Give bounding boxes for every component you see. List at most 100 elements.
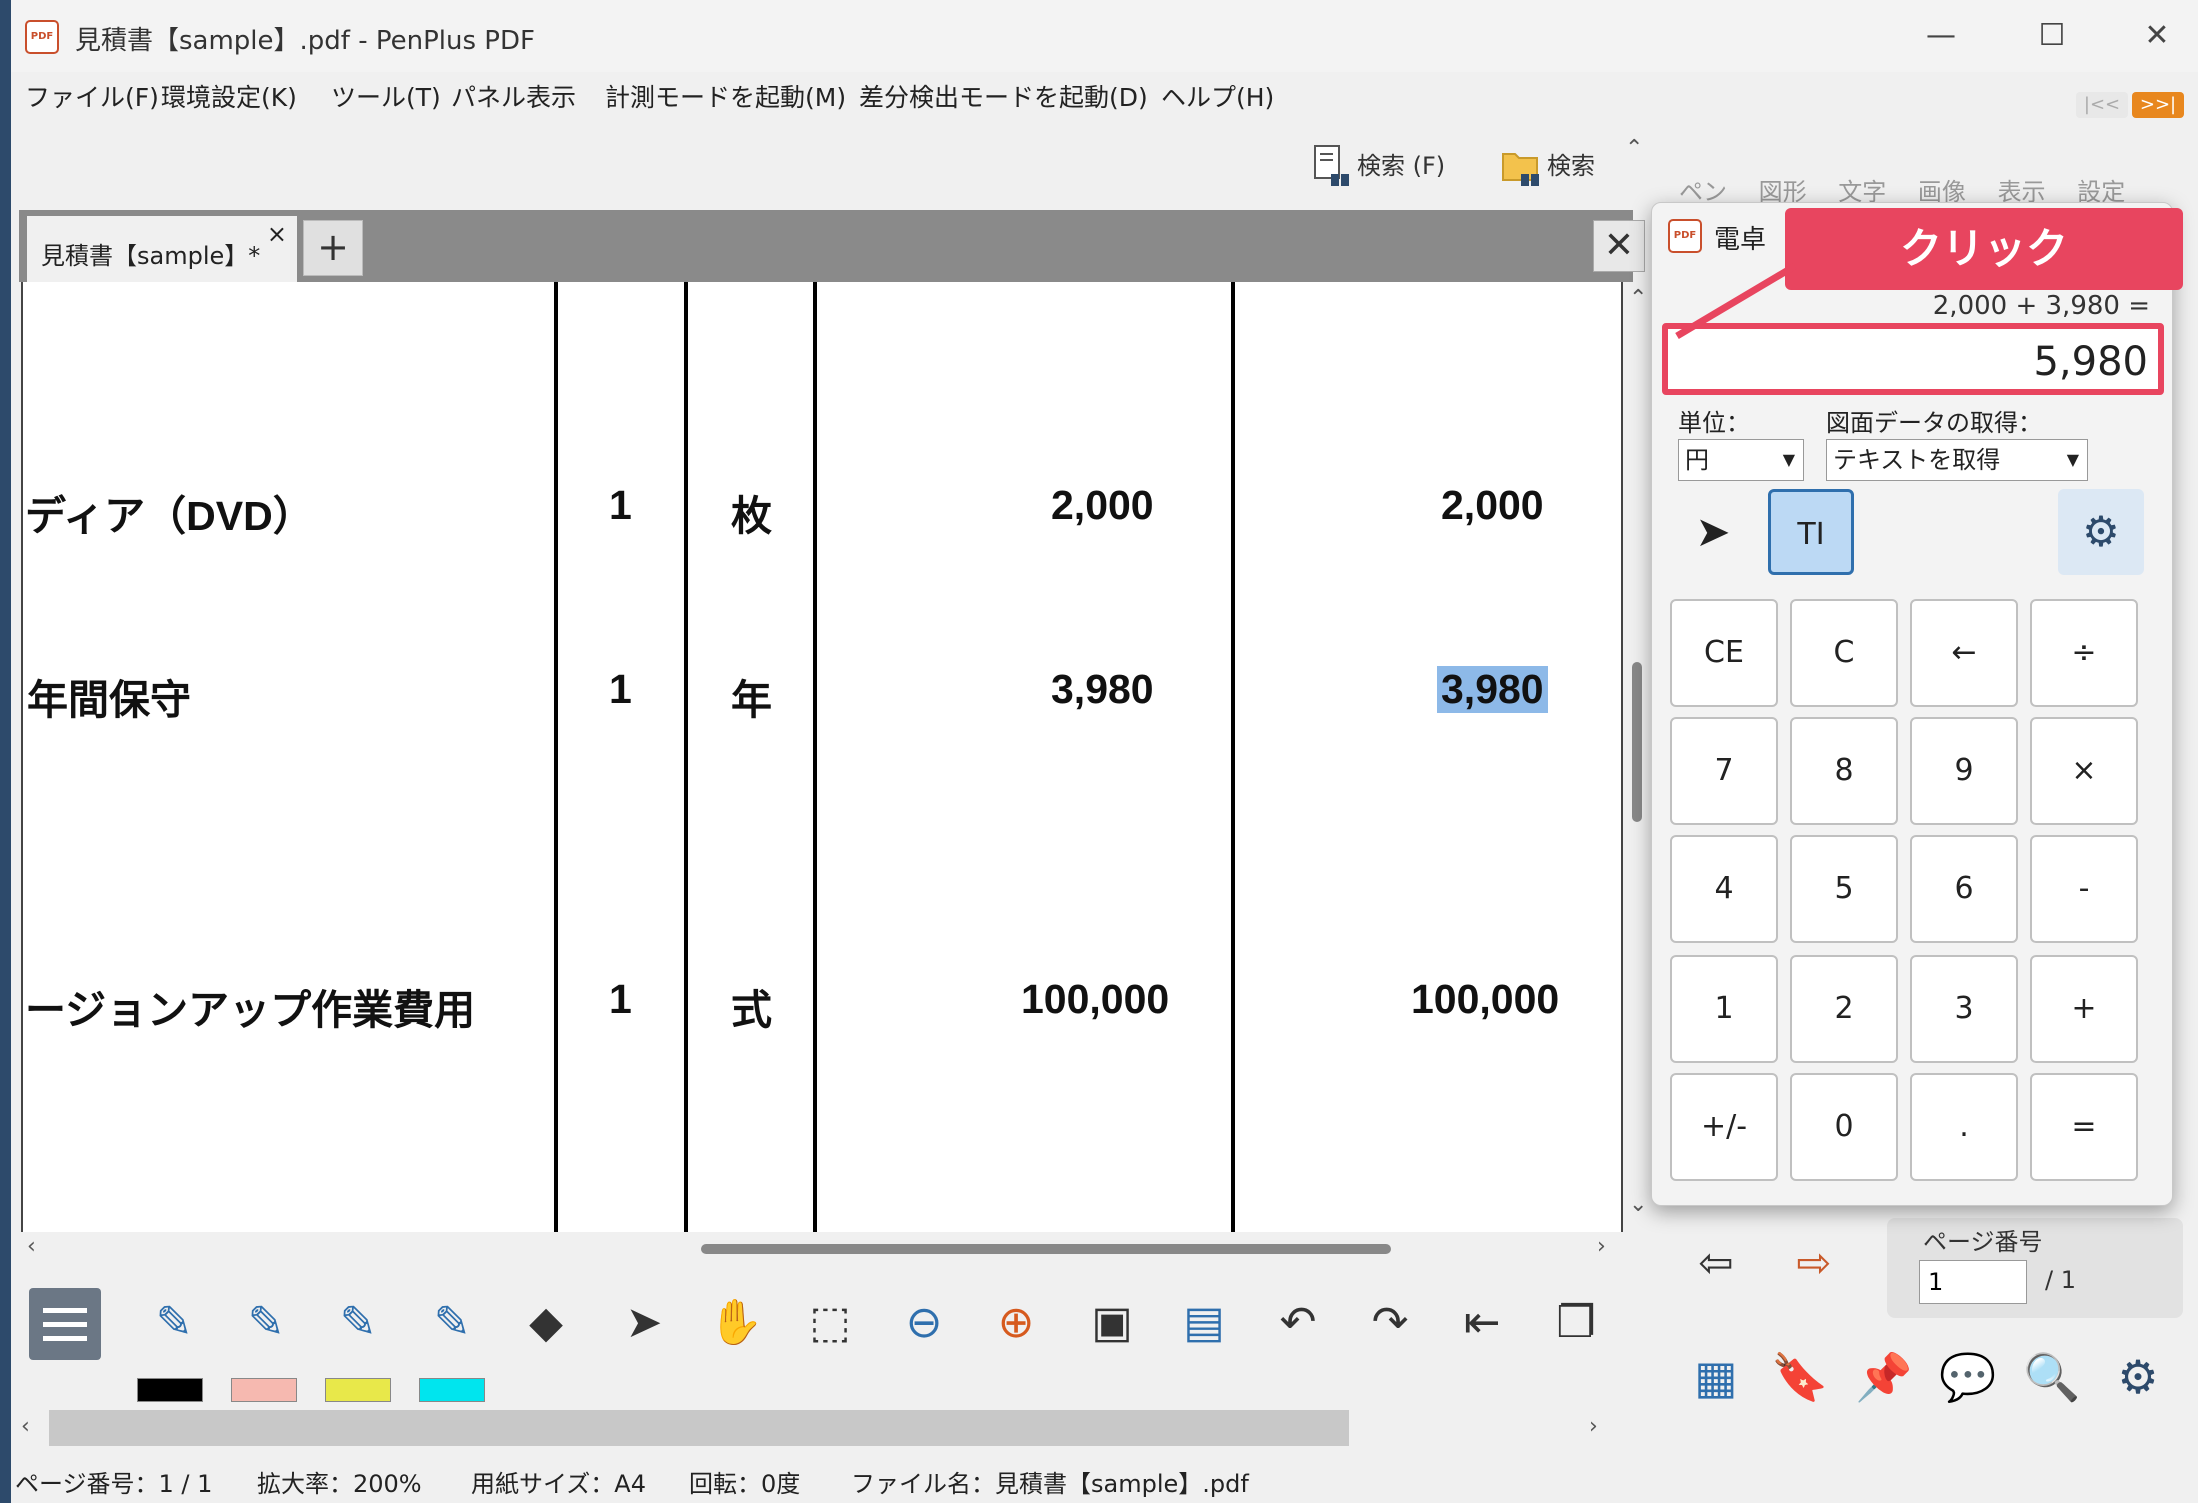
tool-scroll-right-icon[interactable]: › xyxy=(1589,1414,1598,1439)
fetch-dropdown[interactable]: テキストを取得 ▼ xyxy=(1826,439,2088,481)
minimize-button[interactable]: — xyxy=(1911,14,1971,58)
status-rotation: 回転：0度 xyxy=(689,1470,801,1498)
tool-scroll-left-icon[interactable]: ‹ xyxy=(21,1414,30,1439)
menu-diff[interactable]: 差分検出モードを起動(D) xyxy=(859,78,1148,114)
zoom-out-icon[interactable]: ⊖ xyxy=(889,1288,959,1358)
search-folder-label: 検索 xyxy=(1547,152,1595,180)
key-3[interactable]: 3 xyxy=(1910,955,2018,1063)
key-decimal[interactable]: . xyxy=(1910,1073,2018,1181)
horizontal-scrollbar[interactable]: ‹ › xyxy=(21,1232,1623,1262)
horizontal-scroll-thumb[interactable] xyxy=(701,1244,1391,1254)
redo-icon[interactable]: ↷ xyxy=(1355,1288,1425,1358)
table-cell-amount-selected[interactable]: 3,980 xyxy=(1437,666,1548,713)
zoom-in-icon[interactable]: ⊕ xyxy=(981,1288,1051,1358)
table-divider xyxy=(554,282,558,1232)
key-minus[interactable]: - xyxy=(2030,835,2138,943)
text-cursor-icon[interactable]: TI xyxy=(1768,489,1854,575)
hand-icon[interactable]: ✋ xyxy=(701,1288,771,1358)
toolbar-scroll-up-icon[interactable]: ⌃ xyxy=(1625,136,1643,161)
area-select-icon[interactable]: ⬚ xyxy=(795,1288,865,1358)
color-swatch-cyan[interactable] xyxy=(419,1378,485,1402)
pin-icon[interactable]: 📌 xyxy=(1847,1340,1921,1414)
key-ce[interactable]: CE xyxy=(1670,599,1778,707)
search-panel-icon[interactable]: 🔍 xyxy=(2015,1340,2089,1414)
key-4[interactable]: 4 xyxy=(1670,835,1778,943)
scroll-up-icon[interactable]: ⌃ xyxy=(1629,286,1647,311)
key-equals[interactable]: = xyxy=(2030,1073,2138,1181)
hamburger-menu-button[interactable] xyxy=(29,1288,101,1360)
scroll-right-icon[interactable]: › xyxy=(1597,1234,1606,1259)
pen-2-icon[interactable]: ✎ xyxy=(231,1288,301,1358)
color-swatch-yellow[interactable] xyxy=(325,1378,391,1402)
panel-toggle-arrows[interactable]: |<< >>| xyxy=(2076,92,2186,118)
scroll-left-icon[interactable]: ‹ xyxy=(27,1234,36,1259)
bookmark-icon[interactable]: 🔖 xyxy=(1763,1340,1837,1414)
tab-close-icon[interactable]: × xyxy=(267,220,287,248)
chevron-down-icon: ▼ xyxy=(1782,450,1795,469)
eraser-icon[interactable]: ◆ xyxy=(511,1288,581,1358)
first-page-icon[interactable]: ⇤ xyxy=(1447,1288,1517,1358)
key-backspace[interactable]: ← xyxy=(1910,599,2018,707)
key-0[interactable]: 0 xyxy=(1790,1073,1898,1181)
vertical-scroll-thumb[interactable] xyxy=(1632,662,1642,822)
menu-settings[interactable]: 環境設定(K) xyxy=(161,78,297,114)
toolbar-scrollbar[interactable] xyxy=(49,1410,1349,1446)
status-zoom: 拡大率：200% xyxy=(257,1470,422,1498)
next-page-icon[interactable]: ⇨ xyxy=(1779,1228,1849,1298)
key-divide[interactable]: ÷ xyxy=(2030,599,2138,707)
page-number-input[interactable] xyxy=(1919,1260,2027,1304)
scroll-down-icon[interactable]: ⌄ xyxy=(1629,1192,1647,1217)
table-cell-amount: 2,000 xyxy=(1441,482,1544,528)
key-7[interactable]: 7 xyxy=(1670,717,1778,825)
document-tab[interactable]: 見積書【sample】* × xyxy=(27,216,297,282)
key-8[interactable]: 8 xyxy=(1790,717,1898,825)
table-cell-price: 100,000 xyxy=(1021,976,1170,1022)
search-page-button[interactable]: 検索 (F) xyxy=(1311,144,1445,196)
menu-tools[interactable]: ツール(T) xyxy=(331,78,441,114)
close-document-button[interactable]: ✕ xyxy=(1593,220,1645,272)
highlighter-icon[interactable]: ✎ xyxy=(323,1288,393,1358)
key-6[interactable]: 6 xyxy=(1910,835,2018,943)
pen-1-icon[interactable]: ✎ xyxy=(139,1288,209,1358)
key-1[interactable]: 1 xyxy=(1670,955,1778,1063)
new-tab-button[interactable]: + xyxy=(303,220,363,276)
gear-icon[interactable]: ⚙ xyxy=(2101,1340,2175,1414)
key-5[interactable]: 5 xyxy=(1790,835,1898,943)
text-marker-icon[interactable]: ✎ xyxy=(417,1288,487,1358)
folder-search-icon xyxy=(1502,153,1539,186)
key-2[interactable]: 2 xyxy=(1790,955,1898,1063)
color-swatch-black[interactable] xyxy=(137,1378,203,1402)
select-arrow-icon[interactable]: ➤ xyxy=(1670,489,1756,575)
vertical-scrollbar[interactable]: ⌃ ⌄ xyxy=(1623,282,1651,1232)
click-callout: クリック xyxy=(1785,208,2183,290)
menu-measure[interactable]: 計測モードを起動(M) xyxy=(605,78,846,114)
unit-dropdown[interactable]: 円 ▼ xyxy=(1678,439,1804,481)
color-swatch-pink[interactable] xyxy=(231,1378,297,1402)
menu-panel[interactable]: パネル表示 xyxy=(451,78,576,114)
delete-page-icon[interactable]: ▤ xyxy=(1169,1288,1239,1358)
maximize-button[interactable]: ☐ xyxy=(2022,14,2082,58)
key-sign[interactable]: +/- xyxy=(1670,1073,1778,1181)
search-folder-button[interactable]: 検索 xyxy=(1501,144,1595,196)
thumbnails-icon[interactable]: ▦ xyxy=(1679,1340,1753,1414)
table-cell-unit: 年 xyxy=(731,677,772,723)
expand-right-icon[interactable]: >>| xyxy=(2132,92,2184,118)
key-c[interactable]: C xyxy=(1790,599,1898,707)
copy-page-icon[interactable]: ❐ xyxy=(1541,1288,1611,1358)
menu-help[interactable]: ヘルプ(H) xyxy=(1161,78,1274,114)
comment-icon[interactable]: 💬 xyxy=(1931,1340,2005,1414)
search-page-label: 検索 (F) xyxy=(1357,152,1446,180)
zoom-100-icon[interactable]: ▣ xyxy=(1077,1288,1147,1358)
gear-icon[interactable]: ⚙ xyxy=(2058,489,2144,575)
select-arrow-icon[interactable]: ➤ xyxy=(609,1288,679,1358)
collapse-left-icon[interactable]: |<< xyxy=(2076,92,2128,118)
key-plus[interactable]: + xyxy=(2030,955,2138,1063)
menu-file[interactable]: ファイル(F) xyxy=(25,78,159,114)
key-9[interactable]: 9 xyxy=(1910,717,2018,825)
pdf-page-view[interactable]: ディア（DVD） 1 枚 2,000 2,000 年間保守 1 年 3,980 … xyxy=(21,282,1623,1232)
close-button[interactable]: ✕ xyxy=(2127,14,2187,58)
status-page: ページ番号：1 / 1 xyxy=(15,1470,213,1498)
key-multiply[interactable]: × xyxy=(2030,717,2138,825)
undo-icon[interactable]: ↶ xyxy=(1263,1288,1333,1358)
previous-page-icon[interactable]: ⇦ xyxy=(1681,1228,1751,1298)
